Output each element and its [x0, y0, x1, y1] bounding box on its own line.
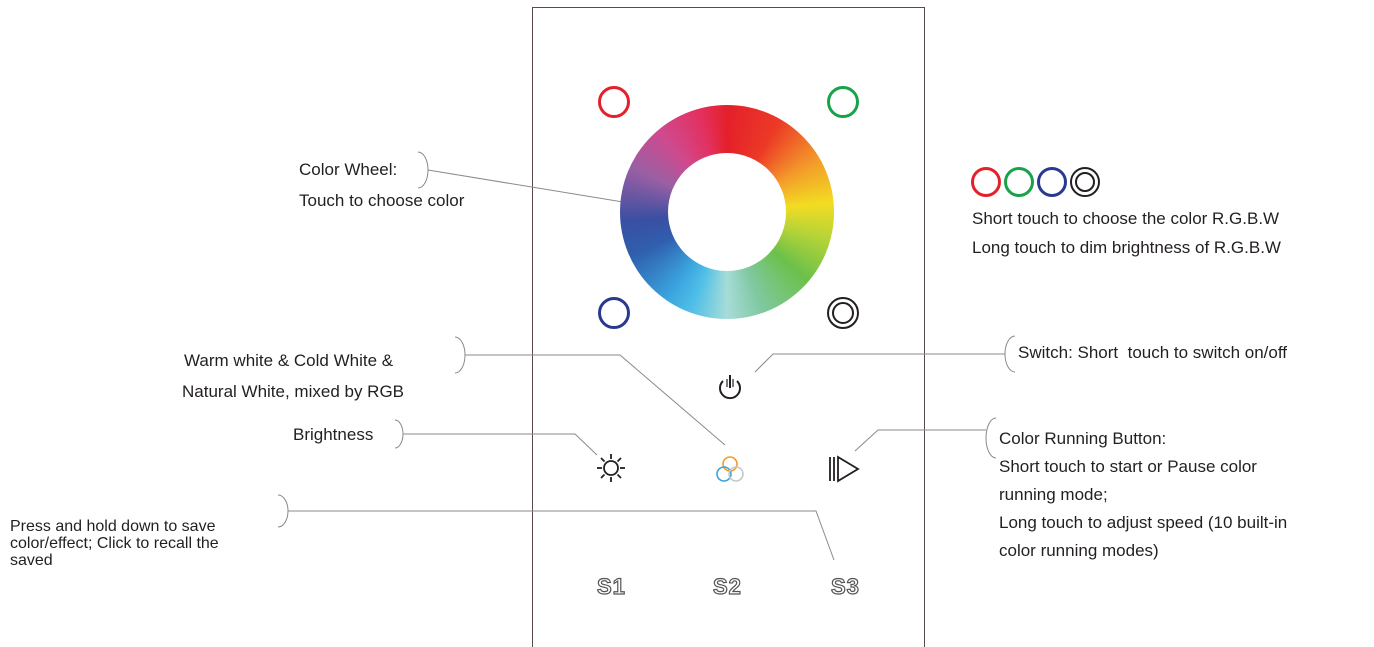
switch-button[interactable]	[715, 371, 745, 405]
running-label-line5: color running modes)	[999, 541, 1159, 560]
rgb-mix-icon	[716, 456, 744, 482]
running-label-line3: running mode;	[999, 485, 1108, 504]
rgbw-label-line1: Short touch to choose the color R.G.B.W	[972, 209, 1280, 228]
callout-bracket-white-mix	[454, 336, 466, 374]
white-mix-label-line1: Warm white & Cold White &	[184, 351, 394, 370]
color-wheel-label-desc: Touch to choose color	[299, 191, 465, 210]
callout-line-save	[288, 510, 835, 561]
callout-line-switch	[754, 353, 1005, 373]
legend-red-ring	[971, 167, 1001, 197]
running-label-line2: Short touch to start or Pause color	[999, 457, 1257, 476]
running-label-line4: Long touch to adjust speed (10 built-in	[999, 513, 1288, 532]
white-mix-button[interactable]	[712, 452, 748, 488]
legend-green-ring	[1004, 167, 1034, 197]
scene-button-s3[interactable]: S3	[830, 573, 860, 600]
callout-bracket-running	[985, 417, 997, 459]
green-button[interactable]	[827, 86, 859, 118]
white-mix-label-line2: Natural White, mixed by RGB	[182, 382, 405, 401]
color-wheel-label-title: Color Wheel:	[299, 160, 398, 179]
callout-bracket-brightness	[394, 419, 404, 449]
running-label-line1: Color Running Button:	[999, 429, 1167, 448]
blue-button[interactable]	[598, 297, 630, 329]
play-pause-icon	[829, 455, 860, 483]
save-label-line2: color/effect; Click to recall the	[10, 535, 219, 552]
white-button-inner-ring	[832, 302, 854, 324]
switch-label: Switch: Short touch to switch on/off	[1018, 343, 1287, 362]
brightness-label: Brightness	[293, 425, 374, 444]
legend-blue-ring	[1037, 167, 1067, 197]
callout-bracket-save	[277, 494, 289, 528]
color-running-button[interactable]	[828, 454, 860, 484]
scene-button-s2[interactable]: S2	[712, 573, 742, 600]
color-wheel-center	[668, 153, 786, 271]
scene-button-s1[interactable]: S1	[596, 573, 626, 600]
red-button[interactable]	[598, 86, 630, 118]
legend-white-inner-ring	[1075, 172, 1095, 192]
callout-line-brightness	[403, 433, 598, 456]
white-button[interactable]	[827, 297, 859, 329]
callout-bracket-color-wheel	[417, 151, 429, 189]
brightness-button[interactable]	[595, 452, 627, 484]
save-label-line3: saved	[10, 552, 53, 569]
legend-white-ring	[1070, 167, 1100, 197]
callout-line-white-mix	[465, 354, 726, 446]
brightness-icon	[597, 454, 625, 482]
save-label-line1: Press and hold down to save	[10, 518, 216, 535]
callout-line-running	[854, 429, 986, 452]
rgbw-label-line2: Long touch to dim brightness of R.G.B.W	[972, 238, 1281, 257]
callout-bracket-switch	[1004, 335, 1016, 373]
power-icon	[719, 375, 741, 400]
